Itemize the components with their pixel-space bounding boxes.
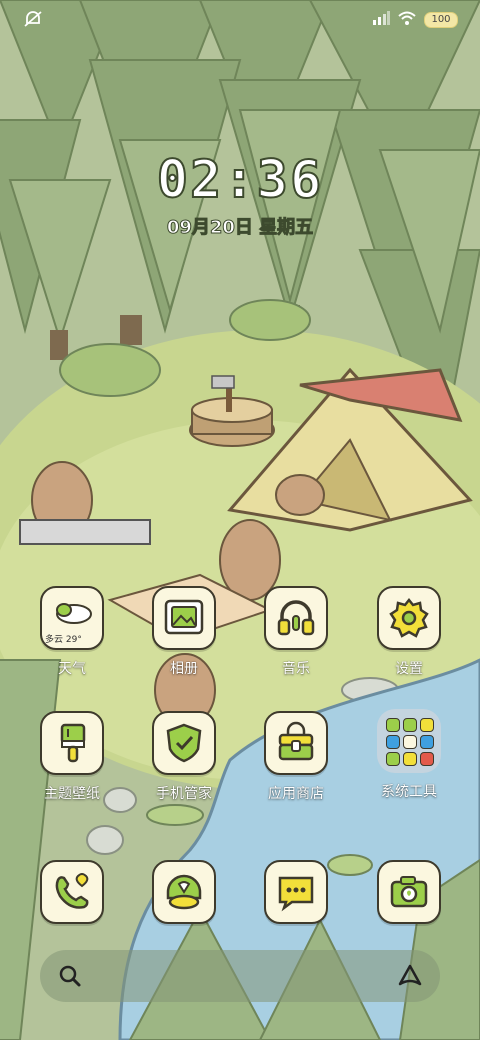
paintbrush-icon — [40, 711, 104, 775]
silent-mode-icon — [22, 10, 44, 32]
app-label-security: 手机管家 — [156, 786, 212, 802]
app-label-music: 音乐 — [282, 661, 310, 677]
gear-icon — [377, 586, 441, 650]
app-themes[interactable]: 主题壁纸 — [22, 711, 122, 803]
app-gallery[interactable]: 相册 — [134, 586, 234, 678]
status-bar: 100 — [0, 0, 480, 40]
app-weather[interactable]: 多云 29° 天气 — [22, 586, 122, 678]
app-label-settings: 设置 — [395, 661, 423, 677]
signal-bars-icon — [372, 10, 390, 29]
shopping-bag-icon — [264, 711, 328, 775]
search-icon[interactable] — [56, 962, 84, 990]
clock-date: 09月20日 星期五 — [166, 217, 314, 239]
app-camera[interactable] — [359, 860, 459, 924]
shield-icon — [152, 711, 216, 775]
search-bar[interactable] — [40, 950, 440, 1002]
app-label-themes: 主题壁纸 — [44, 786, 100, 802]
message-bubble-icon — [264, 860, 328, 924]
app-label-tools: 系统工具 — [381, 784, 437, 800]
app-security[interactable]: 手机管家 — [134, 711, 234, 803]
app-label-weather: 天气 — [58, 661, 86, 677]
folder-icon — [377, 709, 441, 773]
phone-icon — [40, 860, 104, 924]
folder-system-tools[interactable]: 系统工具 — [359, 709, 459, 801]
battery-indicator: 100 — [424, 11, 458, 28]
app-settings[interactable]: 设置 — [359, 586, 459, 678]
headphones-icon — [264, 586, 328, 650]
browser-icon — [152, 860, 216, 924]
app-store[interactable]: 应用商店 — [246, 711, 346, 803]
gallery-icon — [152, 586, 216, 650]
app-label-gallery: 相册 — [170, 661, 198, 677]
app-music[interactable]: 音乐 — [246, 586, 346, 678]
app-phone[interactable] — [22, 860, 122, 924]
wifi-icon — [398, 10, 416, 29]
camera-icon — [377, 860, 441, 924]
app-browser[interactable] — [134, 860, 234, 924]
weather-temp: 多云 29° — [45, 635, 82, 645]
assistant-icon[interactable] — [396, 962, 424, 990]
clock-time[interactable]: 02:36 — [0, 149, 480, 211]
weather-widget-icon: 多云 29° — [40, 586, 104, 650]
app-label-store: 应用商店 — [268, 786, 324, 802]
app-messages[interactable] — [246, 860, 346, 924]
